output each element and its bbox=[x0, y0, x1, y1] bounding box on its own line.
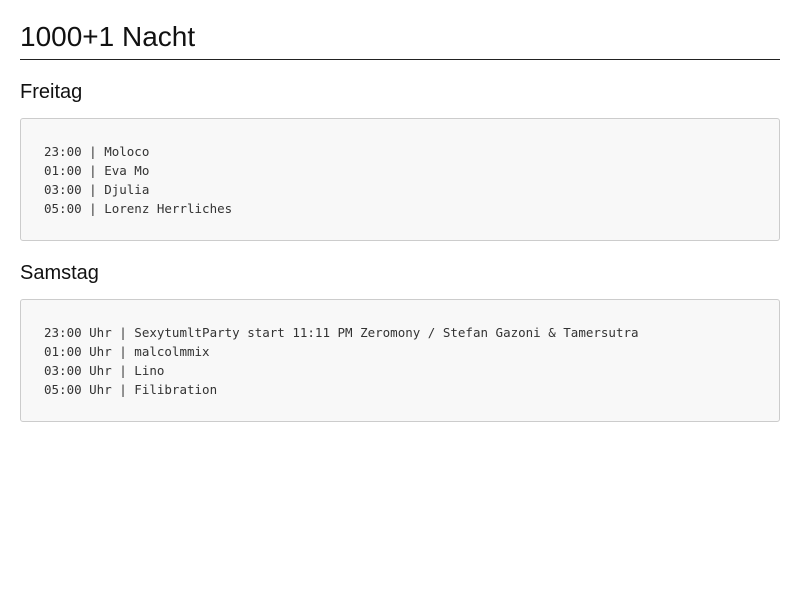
schedule-line: 23:00 Uhr | SexytumltParty start 11:11 P… bbox=[44, 325, 639, 340]
schedule-line: 01:00 Uhr | malcolmmix bbox=[44, 344, 210, 359]
schedule-line: 01:00 | Eva Mo bbox=[44, 163, 150, 178]
page-title: 1000+1 Nacht bbox=[20, 0, 780, 60]
schedule-block-freitag: 23:00 | Moloco 01:00 | Eva Mo 03:00 | Dj… bbox=[20, 118, 780, 241]
schedule-line: 05:00 Uhr | Filibration bbox=[44, 382, 218, 397]
page-content: 1000+1 Nacht Freitag 23:00 | Moloco 01:0… bbox=[0, 0, 800, 422]
schedule-block-samstag: 23:00 Uhr | SexytumltParty start 11:11 P… bbox=[20, 299, 780, 422]
schedule-line: 05:00 | Lorenz Herrliches bbox=[44, 201, 233, 216]
day-heading-samstag: Samstag bbox=[20, 262, 99, 284]
day-heading-freitag: Freitag bbox=[20, 81, 83, 103]
schedule-line: 23:00 | Moloco bbox=[44, 144, 150, 159]
schedule-line: 03:00 Uhr | Lino bbox=[44, 363, 165, 378]
schedule-line: 03:00 | Djulia bbox=[44, 182, 150, 197]
